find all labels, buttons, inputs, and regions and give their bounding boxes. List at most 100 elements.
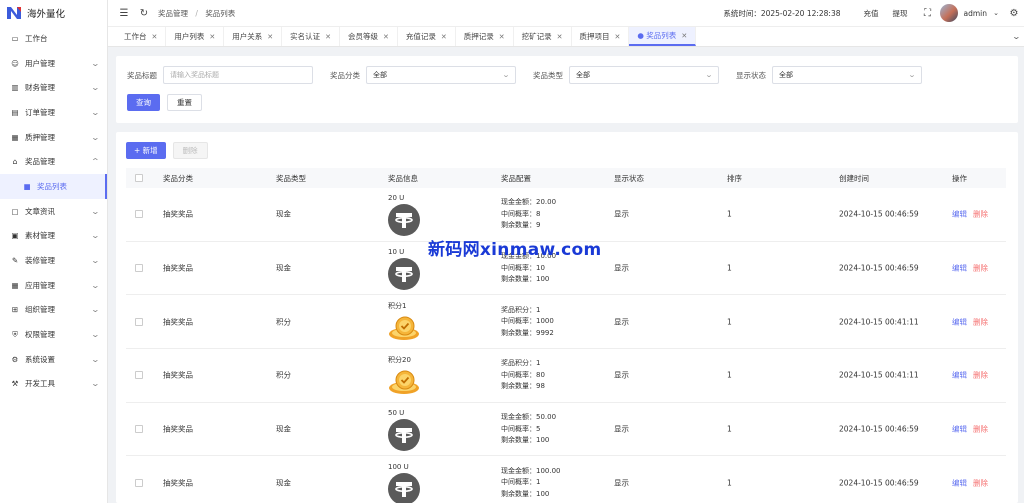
close-icon[interactable]: ✕ <box>499 33 505 41</box>
row-checkbox[interactable] <box>135 317 143 326</box>
prize-category-value: 全部 <box>373 71 387 79</box>
sidebar-item[interactable]: ⚙ 系统设置 ⌄ <box>0 347 107 372</box>
cell-category: 抽奖奖品 <box>163 263 193 273</box>
brush-icon: ✎ <box>11 256 19 266</box>
delete-link[interactable]: 删除 <box>973 317 988 326</box>
close-icon[interactable]: ✕ <box>325 33 331 41</box>
edit-link[interactable]: 编辑 <box>952 317 967 326</box>
cell-created: 2024-10-15 00:46:59 <box>839 209 919 219</box>
tab-item[interactable]: 工作台 ✕ <box>116 27 167 46</box>
sidebar-item[interactable]: ▦ 应用管理 ⌄ <box>0 273 107 298</box>
menu-toggle-icon[interactable]: ☰ <box>118 7 130 19</box>
tab-item[interactable]: 用户关系 ✕ <box>224 27 283 46</box>
chart-icon: ▥ <box>11 83 19 93</box>
cell-info: 50 U <box>388 409 420 451</box>
tab-item[interactable]: 实名认证 ✕ <box>282 27 340 46</box>
cell-actions: 编辑 删除 <box>952 316 988 327</box>
refresh-icon[interactable]: ↻ <box>138 7 150 19</box>
display-status-select[interactable]: 全部 ⌄ <box>772 66 922 84</box>
tab-item[interactable]: ● 奖品列表 ✕ <box>629 27 697 46</box>
sidebar-item[interactable]: ⌂ 奖品管理 ⌃ <box>0 149 107 174</box>
delete-link[interactable]: 删除 <box>973 210 988 219</box>
cell-category: 抽奖奖品 <box>163 317 193 327</box>
delete-link[interactable]: 删除 <box>973 425 988 434</box>
close-icon[interactable]: ✕ <box>383 33 389 41</box>
edit-link[interactable]: 编辑 <box>952 478 967 487</box>
tab-item[interactable]: 充值记录 ✕ <box>398 27 456 46</box>
config-line: 中间概率：10 <box>501 263 545 272</box>
config-line: 奖品积分：1 <box>501 305 541 314</box>
edit-link[interactable]: 编辑 <box>952 425 967 434</box>
close-icon[interactable]: ✕ <box>557 33 563 41</box>
search-button[interactable]: 查询 <box>127 94 160 111</box>
tab-item[interactable]: 质押记录 ✕ <box>456 27 514 46</box>
tabs-more-chevron-icon[interactable]: ⌄ <box>1012 32 1021 41</box>
tab-item[interactable]: 用户列表 ✕ <box>166 27 225 46</box>
cell-sort: 1 <box>727 263 732 273</box>
breadcrumb-item[interactable]: 奖品管理 <box>158 9 188 18</box>
close-icon[interactable]: ✕ <box>267 33 273 41</box>
row-checkbox[interactable] <box>135 264 143 273</box>
username[interactable]: admin <box>964 9 988 18</box>
cell-created: 2024-10-15 00:46:59 <box>839 424 919 434</box>
cell-status: 显示 <box>614 424 629 434</box>
header-type: 奖品类型 <box>276 173 306 183</box>
tab-bar: 工作台 ✕ 用户列表 ✕ 用户关系 ✕ 实名认证 ✕ 会员等级 ✕ 充值记录 ✕ 质押记录 ✕ 挖矿记录 ✕ 质… <box>108 26 1024 47</box>
delete-link[interactable]: 删除 <box>973 478 988 487</box>
add-button[interactable]: + 新增 <box>126 142 166 159</box>
close-icon[interactable]: ✕ <box>209 33 215 41</box>
cell-status: 显示 <box>614 263 629 273</box>
sidebar-item[interactable]: ▭ 工作台 <box>0 26 107 51</box>
prize-category-select[interactable]: 全部 ⌄ <box>366 66 516 84</box>
app-logo[interactable]: 海外量化 <box>0 0 107 26</box>
close-icon[interactable]: ✕ <box>615 33 621 41</box>
row-checkbox[interactable] <box>135 478 143 487</box>
chevron-down-icon: ⌄ <box>501 71 511 79</box>
sidebar-item[interactable]: ⊞ 组织管理 ⌄ <box>0 298 107 323</box>
close-icon[interactable]: ✕ <box>681 32 687 40</box>
prize-title-input[interactable]: 请输入奖品标题 <box>163 66 313 84</box>
tab-item[interactable]: 会员等级 ✕ <box>340 27 398 46</box>
sidebar-item-label: 用户管理 <box>25 58 55 68</box>
sidebar-item[interactable]: ■ 奖品列表 <box>0 174 107 199</box>
close-icon[interactable]: ✕ <box>441 33 447 41</box>
prize-type-select[interactable]: 全部 ⌄ <box>569 66 719 84</box>
chevron-down-icon: ⌄ <box>90 354 101 364</box>
delete-button[interactable]: 删除 <box>172 142 208 159</box>
cell-category: 抽奖奖品 <box>163 424 193 434</box>
header-actions: 操作 <box>952 173 967 183</box>
sidebar-item[interactable]: ▢ 文章资讯 ⌄ <box>0 199 107 224</box>
reset-button[interactable]: 重置 <box>167 94 202 111</box>
delete-link[interactable]: 删除 <box>973 264 988 273</box>
header-category: 奖品分类 <box>163 173 193 183</box>
edit-link[interactable]: 编辑 <box>952 371 967 380</box>
select-all-checkbox[interactable] <box>135 174 143 182</box>
avatar[interactable] <box>939 4 958 22</box>
cell-status: 显示 <box>614 209 629 219</box>
sidebar-item[interactable]: ☺ 用户管理 ⌄ <box>0 51 107 76</box>
sidebar-item[interactable]: ⚒ 开发工具 ⌄ <box>0 372 107 397</box>
prize-type-label: 奖品类型 <box>533 70 563 80</box>
chevron-down-icon[interactable]: ⌄ <box>990 7 1002 19</box>
recharge-link[interactable]: 充值 <box>864 8 879 19</box>
row-checkbox[interactable] <box>135 210 143 219</box>
delete-link[interactable]: 删除 <box>973 371 988 380</box>
close-icon[interactable]: ✕ <box>152 33 158 41</box>
tab-item[interactable]: 质押项目 ✕ <box>572 27 630 46</box>
row-checkbox[interactable] <box>135 371 143 380</box>
sidebar-item[interactable]: ⛨ 权限管理 ⌄ <box>0 322 107 347</box>
edit-link[interactable]: 编辑 <box>952 210 967 219</box>
withdraw-link[interactable]: 提现 <box>893 8 908 19</box>
settings-gear-icon[interactable]: ⚙ <box>1008 7 1020 19</box>
sidebar-item[interactable]: ▦ 质押管理 ⌄ <box>0 125 107 150</box>
tab-item[interactable]: 挖矿记录 ✕ <box>514 27 572 46</box>
fullscreen-icon[interactable]: ⛶ <box>922 7 934 19</box>
sidebar-item[interactable]: ✎ 装修管理 ⌄ <box>0 248 107 273</box>
sidebar-item[interactable]: ▣ 素材管理 ⌄ <box>0 224 107 249</box>
prize-label: 100 U <box>388 462 409 471</box>
cell-config: 奖品积分：1 中间概率：1000 剩余数量：9992 <box>501 304 554 339</box>
edit-link[interactable]: 编辑 <box>952 264 967 273</box>
sidebar-item[interactable]: ▤ 订单管理 ⌄ <box>0 100 107 125</box>
row-checkbox[interactable] <box>135 425 143 434</box>
sidebar-item[interactable]: ▥ 财务管理 ⌄ <box>0 75 107 100</box>
